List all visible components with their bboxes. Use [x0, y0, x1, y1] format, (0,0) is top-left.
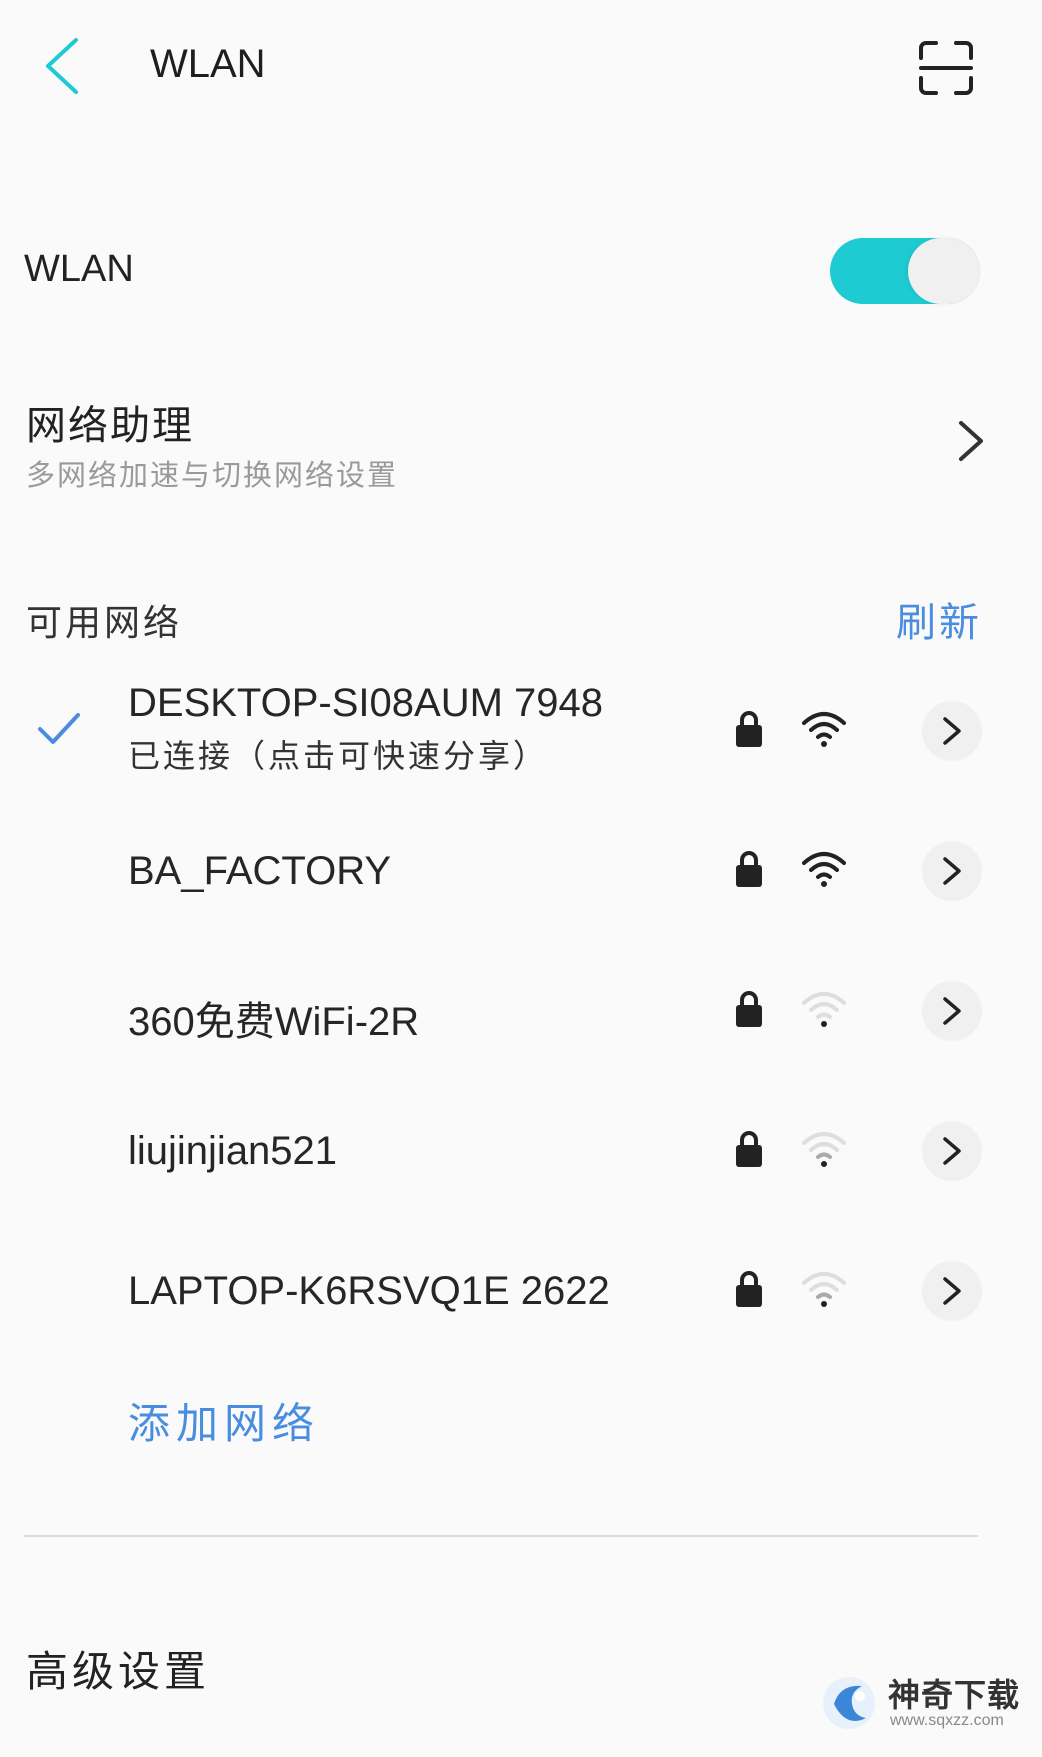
watermark: 神奇下载 www.sqxzz.com: [820, 1668, 1030, 1748]
chevron-left-icon: [46, 38, 78, 94]
lock-icon: [736, 1131, 762, 1167]
network-detail-button[interactable]: [922, 1121, 982, 1181]
watermark-name: 神奇下载: [888, 1676, 1021, 1714]
network-detail-button[interactable]: [922, 981, 982, 1041]
network-detail-button[interactable]: [922, 1261, 982, 1321]
wlan-toggle-row: WLAN: [0, 220, 1042, 320]
lock-icon: [736, 991, 762, 1027]
available-networks-label: 可用网络: [26, 603, 183, 644]
toggle-knob: [908, 238, 980, 304]
wlan-toggle[interactable]: [830, 238, 980, 304]
advanced-settings-item[interactable]: 高级设置: [26, 1638, 210, 1699]
network-ssid: liujinjian521: [128, 1129, 338, 1173]
chevron-right-icon: [943, 1137, 961, 1165]
network-status: 已连接（点击可快速分享）: [128, 737, 549, 775]
header: WLAN: [0, 0, 1042, 140]
chevron-right-icon: [943, 717, 961, 745]
back-button[interactable]: [40, 34, 84, 98]
refresh-button[interactable]: 刷新: [896, 590, 982, 648]
lock-icon: [736, 851, 762, 887]
chevron-right-icon: [943, 997, 961, 1025]
network-detail-button[interactable]: [922, 841, 982, 901]
wifi-weak-icon: [802, 1272, 846, 1307]
wifi-strong-icon: [802, 712, 846, 747]
network-detail-button[interactable]: [922, 701, 982, 761]
lock-icon: [736, 1271, 762, 1307]
wlan-settings-page: WLAN WLAN 网络助理 多网络加速与切换网络设置 可用网络 刷新 DESK…: [0, 0, 1042, 1757]
network-ssid: BA_FACTORY: [128, 849, 392, 893]
network-ssid: 360免费WiFi-2R: [128, 1000, 420, 1044]
network-row[interactable]: 360免费WiFi-2R: [0, 945, 1042, 1085]
page-title: WLAN: [150, 42, 266, 86]
network-row[interactable]: LAPTOP-K6RSVQ1E 2622: [0, 1225, 1042, 1365]
network-ssid: DESKTOP-SI08AUM 7948: [128, 681, 604, 725]
network-row[interactable]: DESKTOP-SI08AUM 7948 已连接（点击可快速分享）: [0, 665, 1042, 805]
divider: [24, 1535, 978, 1537]
lock-icon: [736, 711, 762, 747]
add-network-button[interactable]: 添加网络: [128, 1390, 320, 1451]
chevron-right-icon: [943, 1277, 961, 1305]
network-assistant-subtitle: 多网络加速与切换网络设置: [26, 458, 399, 492]
network-row[interactable]: BA_FACTORY: [0, 805, 1042, 945]
wlan-label: WLAN: [24, 248, 134, 290]
available-networks-header: 可用网络 刷新: [0, 590, 1042, 650]
chevron-right-icon: [959, 421, 983, 461]
network-list: DESKTOP-SI08AUM 7948 已连接（点击可快速分享） BA_FAC…: [0, 665, 1042, 1365]
network-row[interactable]: liujinjian521: [0, 1085, 1042, 1225]
watermark-logo-icon: [823, 1677, 875, 1729]
network-assistant-title: 网络助理: [26, 403, 194, 449]
watermark-url: www.sqxzz.com: [890, 1712, 1004, 1729]
check-icon: [38, 713, 80, 744]
wifi-weak-icon: [802, 1132, 846, 1167]
wifi-weak-icon: [802, 992, 846, 1027]
chevron-right-icon: [943, 857, 961, 885]
wifi-strong-icon: [802, 852, 846, 887]
scan-icon: [919, 41, 973, 95]
network-assistant-row[interactable]: 网络助理 多网络加速与切换网络设置: [0, 385, 1042, 505]
scan-button[interactable]: [918, 40, 974, 96]
network-ssid: LAPTOP-K6RSVQ1E 2622: [128, 1269, 610, 1313]
